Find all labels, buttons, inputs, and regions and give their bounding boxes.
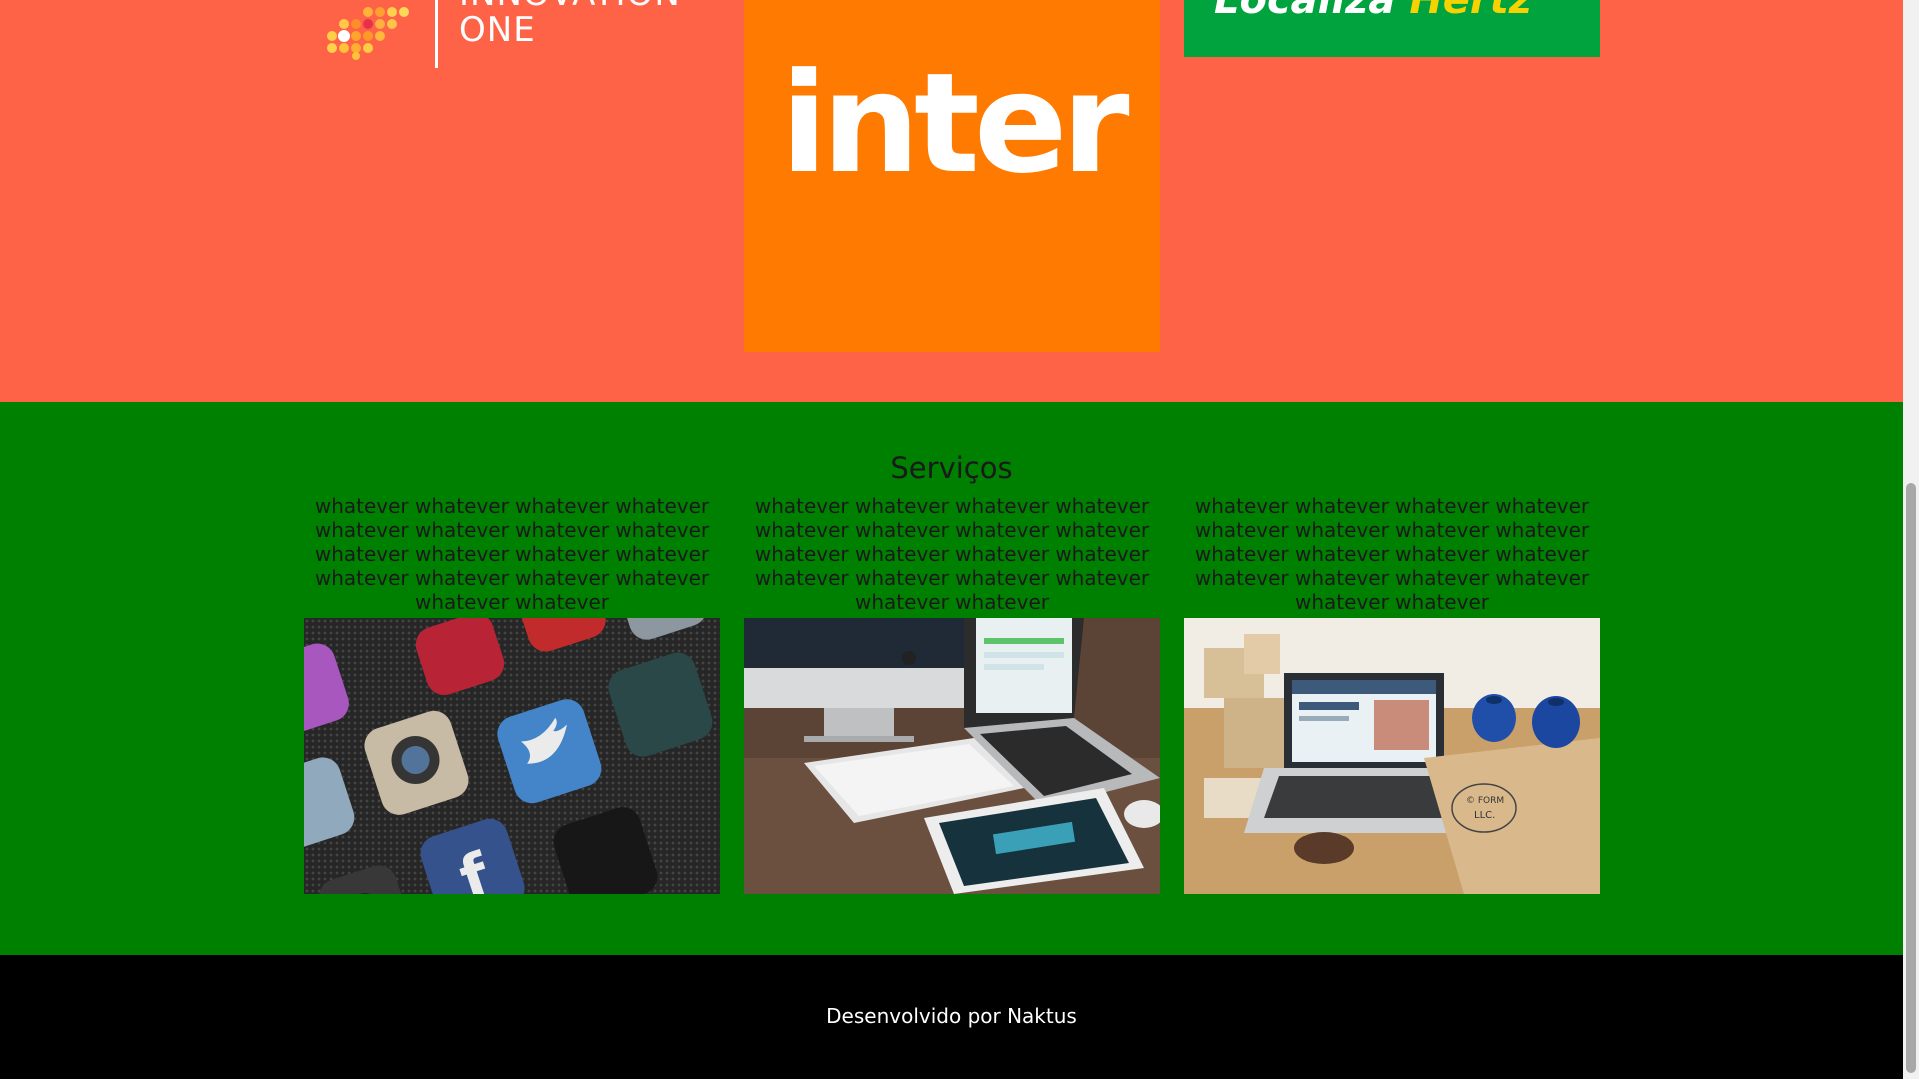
services-section: Serviços whatever whatever whatever what… [0,402,1903,955]
vertical-scrollbar[interactable] [1903,0,1919,1079]
svg-text:© FORM: © FORM [1466,796,1504,806]
service-description: whatever whatever whatever whatever what… [754,494,1150,614]
service-image-workspace [744,618,1160,894]
hertz-word: Hertz [1409,0,1533,23]
partners-section: INNOVATION ONE inter Localiza Hertz [0,0,1903,402]
digital-innovation-one-logo: INNOVATION ONE [304,0,720,72]
banco-inter-logo: inter [744,0,1160,352]
localiza-word: Localiza [1214,0,1396,23]
svg-text:LLC.: LLC. [1474,810,1495,821]
service-column: whatever whatever whatever whatever what… [1184,494,1600,894]
dio-divider [435,0,438,68]
service-column: whatever whatever whatever whatever what… [304,494,720,894]
office-photo: © FORM LLC. [1184,618,1600,894]
services-title: Serviços [890,451,1013,485]
dio-dots-icon [327,7,409,60]
service-image-office: © FORM LLC. [1184,618,1600,894]
footer: Desenvolvido por Naktus [0,955,1903,1079]
workspace-photo [744,618,1160,894]
footer-credit: Desenvolvido por Naktus [826,1004,1077,1028]
dio-line-2: ONE [459,10,536,50]
apps-photo: f [304,618,720,894]
inter-logo-text: inter [780,43,1129,204]
service-image-apps: f [304,618,720,894]
page: INNOVATION ONE inter Localiza Hertz Serv… [0,0,1903,1079]
localiza-logo-text: Localiza Hertz [1214,0,1532,22]
scrollbar-thumb[interactable] [1906,483,1916,1073]
service-column: whatever whatever whatever whatever what… [744,494,1160,894]
service-description: whatever whatever whatever whatever what… [314,494,710,614]
dio-logo-text: INNOVATION ONE [459,0,681,48]
service-description: whatever whatever whatever whatever what… [1194,494,1590,614]
localiza-hertz-logo: Localiza Hertz [1184,0,1600,57]
